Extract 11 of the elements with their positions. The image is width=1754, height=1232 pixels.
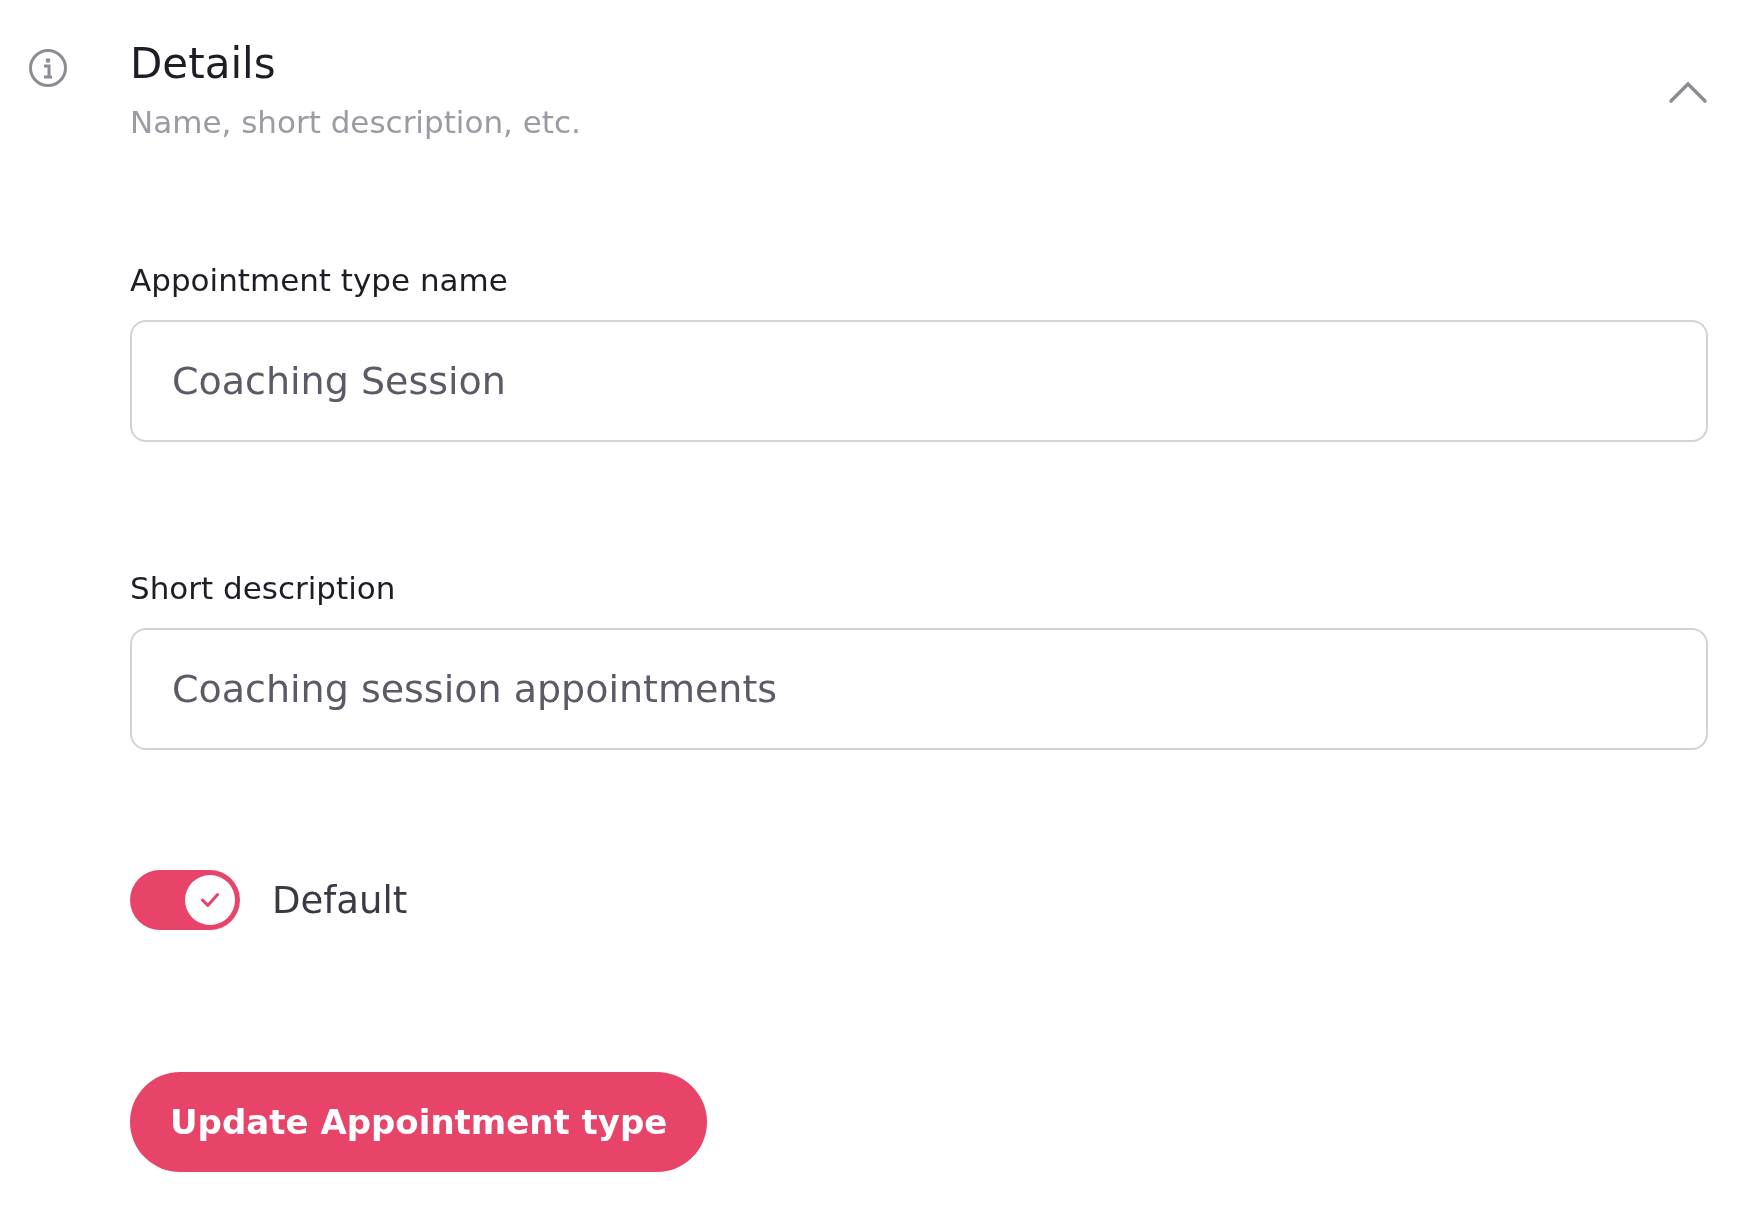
- field-label: Short description: [130, 569, 397, 608]
- section-subtitle: Name, short description, etc.: [130, 103, 582, 142]
- info-icon: [28, 48, 68, 88]
- update-button[interactable]: Update Appointment type: [130, 1072, 708, 1172]
- chevron-icon[interactable]: [1668, 80, 1708, 104]
- input-field[interactable]: Coaching session appointments: [130, 628, 1708, 750]
- field-label: Appointment type name: [130, 261, 509, 300]
- section-title: Details: [130, 38, 277, 90]
- toggle-switch[interactable]: [130, 870, 240, 930]
- toggle-label: Default: [272, 878, 408, 922]
- input-field[interactable]: Coaching Session: [130, 320, 1708, 442]
